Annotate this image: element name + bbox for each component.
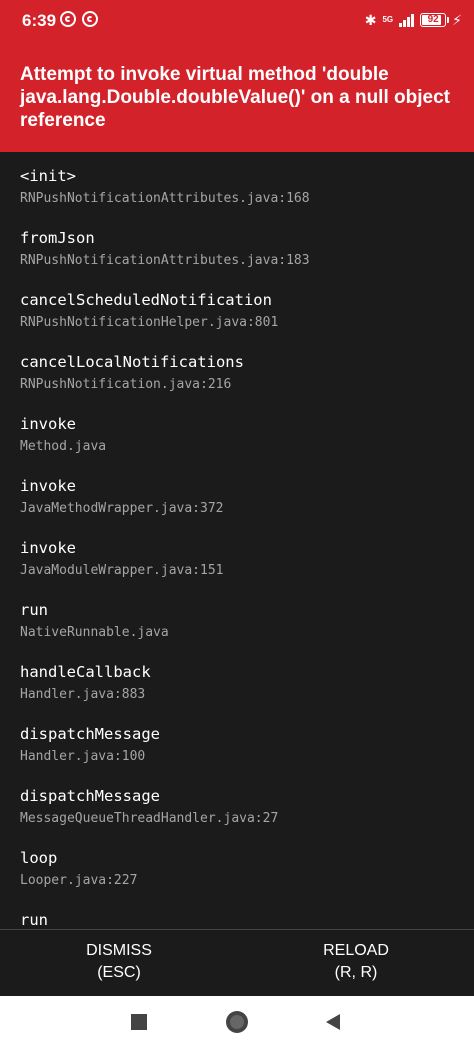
navigation-bar: [0, 996, 474, 1053]
stack-frame[interactable]: invoke JavaModuleWrapper.java:151: [20, 538, 224, 580]
error-message: Attempt to invoke virtual method 'double…: [20, 64, 450, 131]
frame-file: RNPushNotificationHelper.java:801: [20, 315, 279, 330]
signal-icon: [399, 13, 415, 27]
recents-icon[interactable]: [131, 1014, 147, 1030]
stack-frame[interactable]: dispatchMessage MessageQueueThreadHandler…: [20, 786, 278, 828]
frame-file: Handler.java:100: [20, 749, 146, 764]
action-bar: DISMISS (ESC) RELOAD (R, R): [0, 929, 474, 997]
stack-frame[interactable]: run NativeRunnable.java: [20, 600, 169, 642]
dismiss-shortcut: (ESC): [97, 964, 141, 981]
frame-method: loop: [20, 849, 58, 867]
frame-file: NativeRunnable.java: [20, 625, 169, 640]
frame-file: RNPushNotification.java:216: [20, 377, 232, 392]
frame-method: run: [20, 601, 48, 619]
bluetooth-icon: ✱: [364, 11, 377, 28]
frame-method: dispatchMessage: [20, 787, 160, 805]
dismiss-label: DISMISS: [86, 942, 152, 959]
frame-method: cancelLocalNotifications: [20, 353, 244, 371]
charging-icon: ⚡︎: [452, 11, 462, 28]
stack-frame[interactable]: loop Looper.java:227: [20, 848, 137, 890]
frame-method: invoke: [20, 415, 76, 433]
frame-file: Method.java: [20, 439, 107, 454]
frame-file: RNPushNotificationAttributes.java:183: [20, 253, 310, 268]
frame-method: dispatchMessage: [20, 725, 160, 743]
stack-trace-list[interactable]: <init> RNPushNotificationAttributes.java:…: [0, 152, 474, 929]
stack-frame[interactable]: <init> RNPushNotificationAttributes.java:…: [20, 166, 310, 208]
frame-file: Looper.java:227: [20, 873, 138, 888]
stack-frame[interactable]: dispatchMessage Handler.java:100: [20, 724, 160, 766]
stack-frame[interactable]: cancelLocalNotifications RNPushNotificati…: [20, 352, 244, 394]
frame-file: RNPushNotificationAttributes.java:168: [20, 191, 310, 206]
reload-button[interactable]: RELOAD (R, R): [256, 940, 456, 984]
frame-file: Handler.java:883: [20, 687, 146, 702]
home-icon[interactable]: [226, 1011, 248, 1033]
frame-method: handleCallback: [20, 663, 151, 681]
stack-frame[interactable]: fromJson RNPushNotificationAttributes.jav…: [20, 228, 310, 270]
frame-method: fromJson: [20, 229, 95, 247]
status-bar: 6:39 ✱ 5G 92 ⚡︎: [0, 0, 474, 43]
stack-frame[interactable]: invoke Method.java: [20, 414, 106, 456]
stack-frame[interactable]: run: [20, 910, 48, 929]
frame-method: invoke: [20, 539, 76, 557]
system-icons: ✱ 5G 92 ⚡︎: [365, 10, 462, 30]
network-type: 5G: [382, 15, 394, 24]
error-header: Attempt to invoke virtual method 'double…: [0, 43, 474, 152]
frame-method: run: [20, 911, 48, 929]
back-icon[interactable]: [326, 1014, 340, 1030]
dismiss-button[interactable]: DISMISS (ESC): [19, 940, 219, 984]
reload-shortcut: (R, R): [334, 964, 378, 981]
frame-file: MessageQueueThreadHandler.java:27: [20, 811, 279, 826]
frame-method: <init>: [20, 167, 76, 185]
stack-frame[interactable]: invoke JavaMethodWrapper.java:372: [20, 476, 224, 518]
frame-file: JavaMethodWrapper.java:372: [20, 501, 224, 516]
stack-frame[interactable]: cancelScheduledNotification RNPushNotific…: [20, 290, 278, 332]
battery-level: 92: [427, 14, 439, 25]
status-time: 6:39: [22, 11, 57, 30]
stack-frame[interactable]: handleCallback Handler.java:883: [20, 662, 151, 704]
frame-file: JavaModuleWrapper.java:151: [20, 563, 224, 578]
notification-icon: [60, 11, 76, 27]
frame-method: cancelScheduledNotification: [20, 291, 272, 309]
notification-icon: [82, 11, 98, 27]
frame-method: invoke: [20, 477, 76, 495]
reload-label: RELOAD: [323, 942, 389, 959]
battery-icon: 92: [420, 13, 450, 27]
